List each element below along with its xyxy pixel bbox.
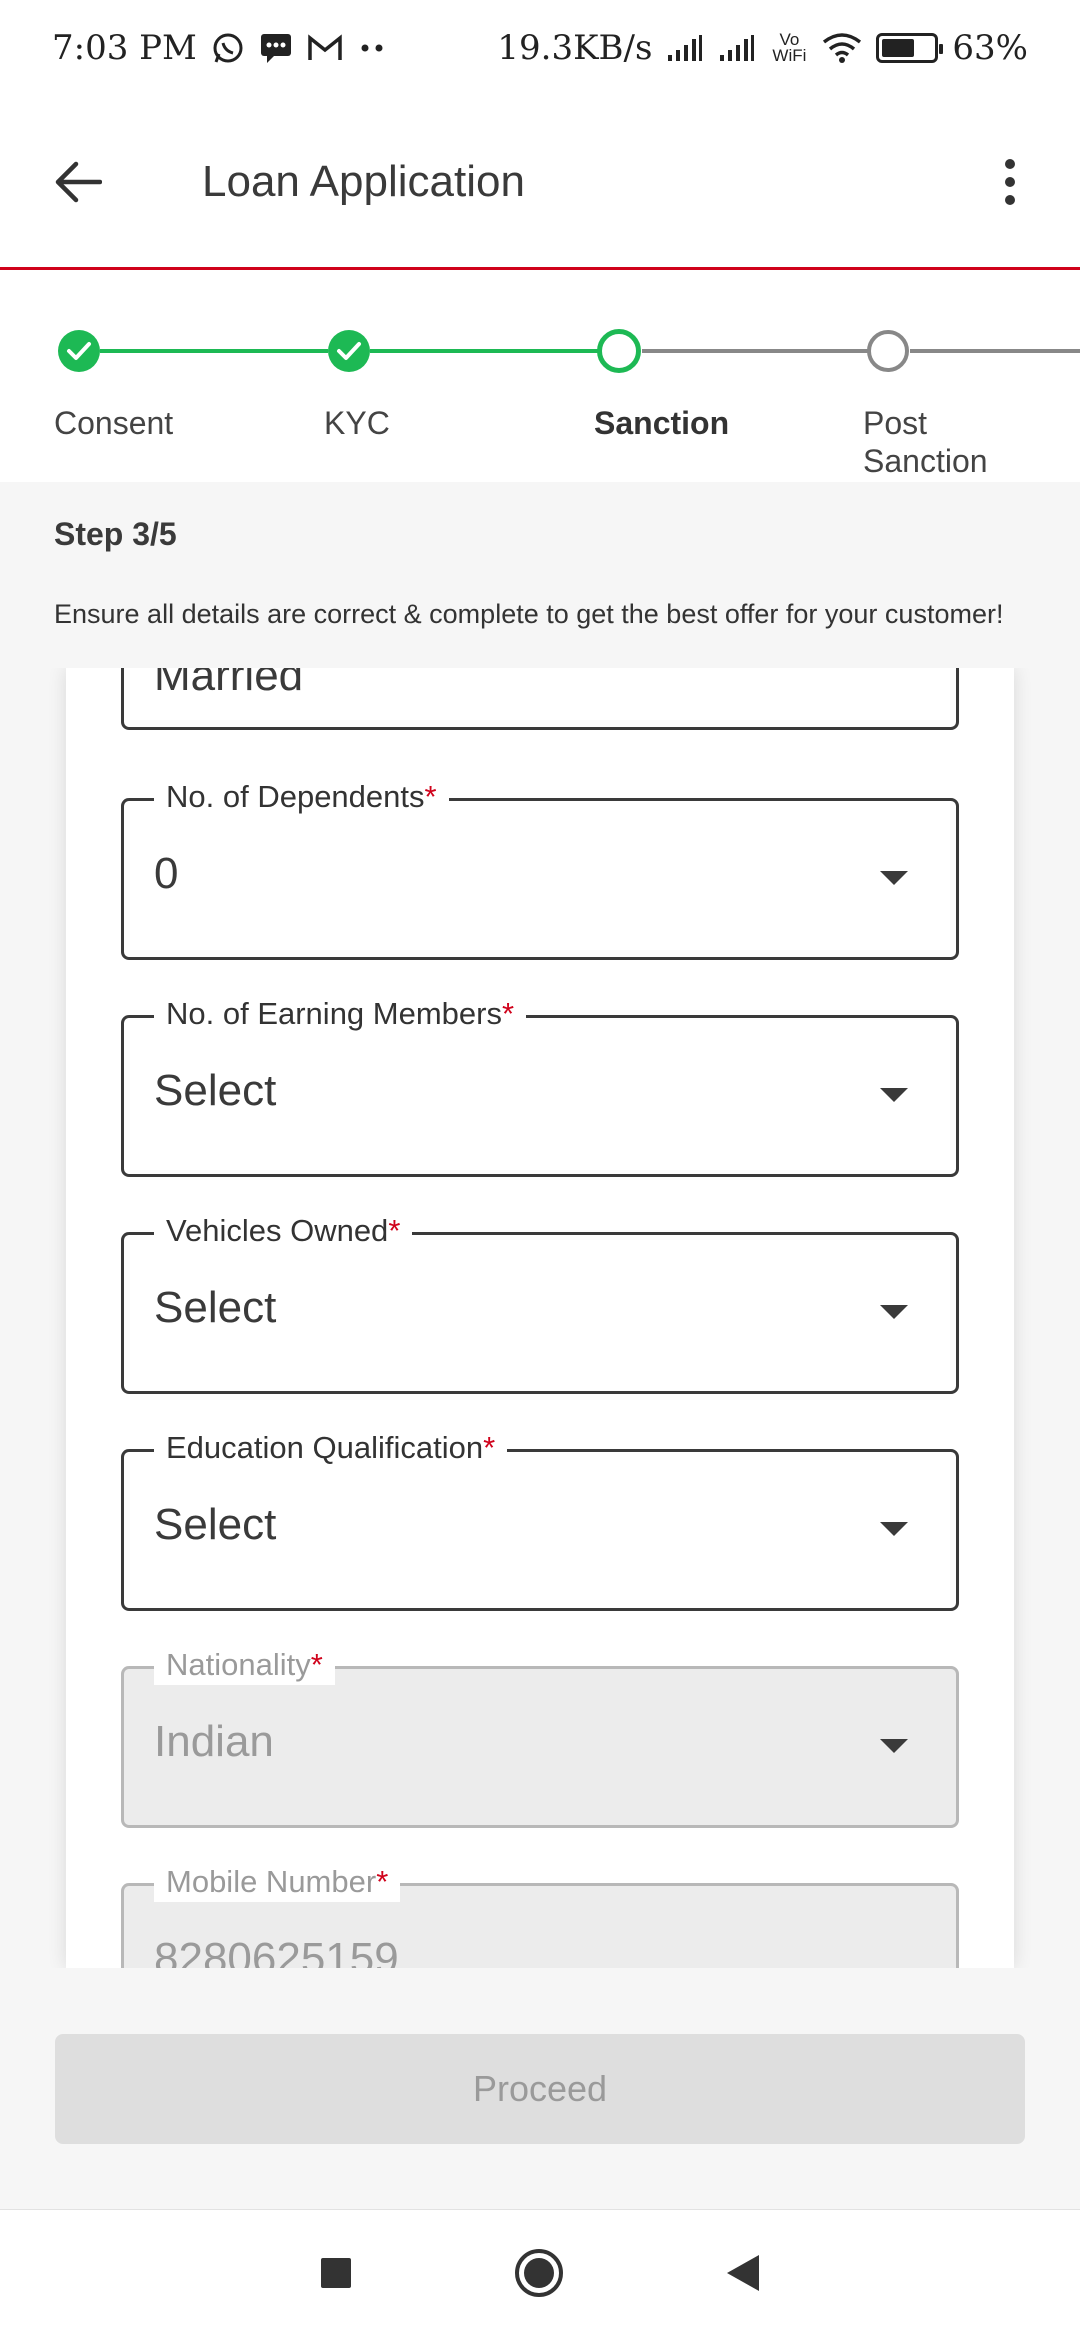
step-sanction-node <box>597 329 641 373</box>
app-bar: Loan Application <box>0 96 1080 270</box>
step-connector <box>910 349 1080 353</box>
battery-percent: 63% <box>952 28 1028 68</box>
wifi-icon <box>822 32 862 64</box>
bottom-action-area: Proceed <box>0 1968 1080 2210</box>
status-left: 7:03 PM <box>52 28 387 68</box>
step-count: Step 3/5 <box>54 516 177 552</box>
step-label-consent: Consent <box>54 405 174 441</box>
caret-down-icon <box>880 1305 908 1319</box>
field-value: Select <box>154 1066 277 1115</box>
step-label-kyc: KYC <box>324 405 390 441</box>
field-label: No. of Dependents* <box>154 777 449 817</box>
recents-square-icon[interactable] <box>319 2256 353 2295</box>
status-bar: 7:03 PM 19.3KB/s Vo WiFi 63% <box>0 0 1080 96</box>
message-icon <box>259 32 293 64</box>
step-label-post-sanction: Post Sanction <box>863 405 988 479</box>
step-kyc-check-icon <box>328 330 370 372</box>
step-connector <box>100 349 328 353</box>
signal-icon <box>718 33 756 63</box>
signal-icon <box>666 33 704 63</box>
more-vert-icon[interactable] <box>990 152 1030 212</box>
marital-status-field[interactable]: Married <box>121 668 959 730</box>
proceed-button[interactable]: Proceed <box>55 2034 1025 2144</box>
field-value: Select <box>154 1500 277 1549</box>
vowifi-icon: Vo WiFi <box>772 30 807 65</box>
step-connector <box>370 349 598 353</box>
field-value: 8280625159 <box>154 1934 399 1968</box>
field-label: Nationality* <box>154 1645 335 1685</box>
system-nav-bar <box>0 2210 1080 2340</box>
home-circle-icon[interactable] <box>513 2247 565 2304</box>
status-time: 7:03 PM <box>52 28 197 68</box>
caret-down-icon <box>880 871 908 885</box>
caret-down-icon <box>880 1522 908 1536</box>
dependents-dropdown[interactable]: No. of Dependents* 0 <box>121 777 959 960</box>
field-label: Vehicles Owned* <box>154 1211 413 1251</box>
form-card: Married No. of Dependents* 0 No. of Earn… <box>66 668 1014 1968</box>
field-value: Indian <box>154 1717 274 1766</box>
vehicles-owned-dropdown[interactable]: Vehicles Owned* Select <box>121 1211 959 1394</box>
step-hint: Ensure all details are correct & complet… <box>54 599 1004 629</box>
step-info: Step 3/5 Ensure all details are correct … <box>0 482 1080 668</box>
mobile-number-field: Mobile Number* 8280625159 <box>121 1862 959 1968</box>
field-value: Married <box>154 668 304 700</box>
nationality-dropdown: Nationality* Indian <box>121 1645 959 1828</box>
step-consent-check-icon <box>58 330 100 372</box>
gmail-icon <box>307 34 343 62</box>
field-value: Select <box>154 1283 277 1332</box>
step-post-sanction-node <box>867 330 909 372</box>
status-right: 19.3KB/s Vo WiFi 63% <box>497 28 1028 68</box>
field-label: Mobile Number* <box>154 1862 401 1902</box>
form-scroll-area[interactable]: Married No. of Dependents* 0 No. of Earn… <box>0 668 1080 1968</box>
battery-icon <box>876 33 944 63</box>
field-label: Education Qualification* <box>154 1428 508 1468</box>
network-speed: 19.3KB/s <box>497 28 653 68</box>
education-dropdown[interactable]: Education Qualification* Select <box>121 1428 959 1611</box>
back-triangle-icon[interactable] <box>725 2253 761 2298</box>
caret-down-icon <box>880 1739 908 1753</box>
caret-down-icon <box>880 1088 908 1102</box>
progress-stepper: Consent KYC Sanction Post Sanction <box>0 272 1080 482</box>
step-connector <box>642 349 868 353</box>
step-label-sanction: Sanction <box>594 405 730 441</box>
earning-members-dropdown[interactable]: No. of Earning Members* Select <box>121 994 959 1177</box>
more-dots-icon <box>357 43 387 53</box>
field-label: No. of Earning Members* <box>154 994 527 1034</box>
page-title: Loan Application <box>202 156 525 206</box>
arrow-back-icon[interactable] <box>48 152 108 212</box>
field-value: 0 <box>154 849 179 898</box>
whatsapp-icon <box>211 31 245 65</box>
